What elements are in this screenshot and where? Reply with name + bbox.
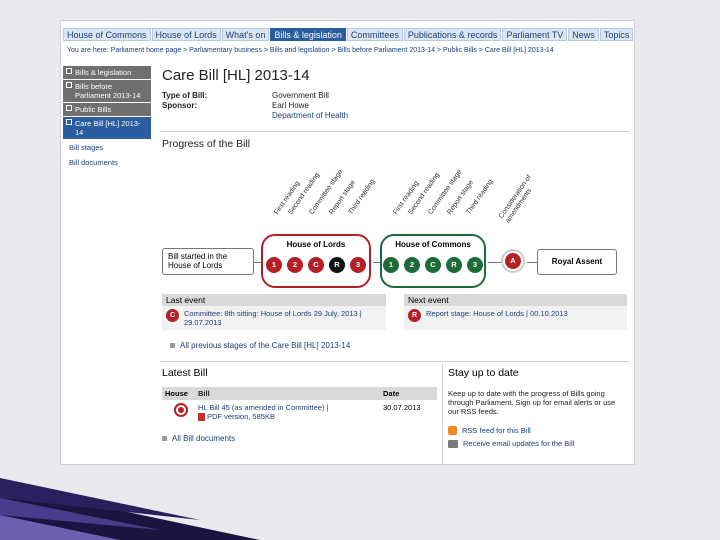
- top-navigation: House of Commons House of Lords What's o…: [63, 28, 634, 41]
- progress-heading: Progress of the Bill: [162, 138, 251, 150]
- last-event-link[interactable]: Committee: 8th sitting: House of Lords 2…: [184, 309, 382, 327]
- column-header-date: Date: [383, 389, 400, 398]
- stage-marker[interactable]: C: [308, 257, 324, 273]
- sidebar-item-label: Bills before Parliament 2013-14: [75, 82, 141, 100]
- tab-house-of-commons[interactable]: House of Commons: [63, 28, 151, 41]
- bill-start-box: Bill started in the House of Lords: [162, 248, 254, 275]
- sidebar-item-label: Care Bill [HL] 2013-14: [75, 119, 141, 137]
- all-previous-stages-link[interactable]: All previous stages of the Care Bill [HL…: [170, 341, 350, 350]
- house-of-lords-stages: House of Lords 1 2 C R 3: [261, 234, 371, 288]
- stage-marker[interactable]: 3: [350, 257, 366, 273]
- bullet-icon: [162, 436, 167, 442]
- sidebar: Bills & legislation Bills before Parliam…: [63, 66, 151, 170]
- house-of-commons-label: House of Commons: [395, 240, 471, 249]
- tab-topics[interactable]: Topics: [599, 28, 634, 41]
- stage-marker[interactable]: 3: [467, 257, 483, 273]
- last-event-panel: Last event C Committee: 8th sitting: Hou…: [162, 294, 386, 330]
- stage-marker: R: [408, 309, 421, 322]
- stage-marker[interactable]: C: [425, 257, 441, 273]
- bill-version-link[interactable]: HL Bill 45 (as amended in Committee) |: [198, 403, 328, 412]
- email-updates-link[interactable]: Receive email updates for the Bill: [448, 439, 628, 448]
- sidebar-link-bill-stages[interactable]: Bill stages: [63, 140, 151, 155]
- table-row: HL Bill 45 (as amended in Committee) | P…: [162, 400, 437, 422]
- stage-marker[interactable]: 2: [287, 257, 303, 273]
- sidebar-item-public-bills[interactable]: Public Bills: [63, 103, 151, 117]
- column-divider: [442, 364, 443, 464]
- sidebar-item-bills-legislation[interactable]: Bills & legislation: [63, 66, 151, 80]
- bill-date: 30.07.2013: [383, 403, 421, 412]
- last-event-heading: Last event: [162, 294, 386, 306]
- rss-feed-label: RSS feed for this Bill: [462, 426, 531, 435]
- section-marker-icon: [66, 105, 72, 111]
- lords-house-icon: [174, 403, 188, 417]
- bill-meta: Type of Bill: Government Bill Sponsor: Ear…: [162, 91, 348, 121]
- tab-bills-legislation[interactable]: Bills & legislation: [270, 28, 346, 41]
- email-updates-label: Receive email updates for the Bill: [463, 439, 575, 448]
- amendments-stage: A: [501, 249, 525, 273]
- sidebar-item-label: Bills & legislation: [75, 68, 132, 77]
- section-marker-icon: [66, 68, 72, 74]
- type-value: Government Bill: [272, 91, 329, 100]
- sidebar-item-label: Public Bills: [75, 105, 112, 114]
- all-bill-documents-link[interactable]: All Bill documents: [162, 434, 437, 443]
- sidebar-item-bills-before-parliament[interactable]: Bills before Parliament 2013-14: [63, 80, 151, 103]
- tab-parliament-tv[interactable]: Parliament TV: [502, 28, 568, 41]
- sponsor-department-link[interactable]: Department of Health: [272, 111, 348, 121]
- tab-whats-on[interactable]: What's on: [221, 28, 270, 41]
- next-event-link[interactable]: Report stage: House of Lords | 00.10.201…: [426, 309, 568, 322]
- connector: [488, 262, 502, 263]
- sponsor-name: Earl Howe: [272, 101, 309, 110]
- page-title: Care Bill [HL] 2013-14: [162, 67, 310, 84]
- pdf-version-link[interactable]: PDF version, 585KB: [207, 412, 275, 421]
- bullet-icon: [170, 343, 175, 349]
- section-marker-icon: [66, 82, 72, 88]
- stage-marker-current[interactable]: R: [329, 257, 345, 273]
- stage-marker[interactable]: 1: [266, 257, 282, 273]
- type-label: Type of Bill:: [162, 91, 208, 100]
- column-header-house: House: [165, 389, 188, 398]
- all-bill-documents-label: All Bill documents: [172, 434, 236, 444]
- next-event-panel: Next event R Report stage: House of Lord…: [404, 294, 627, 330]
- tab-committees[interactable]: Committees: [346, 28, 403, 41]
- sponsor-label: Sponsor:: [162, 101, 198, 110]
- stay-up-to-date-section: Stay up to date Keep up to date with the…: [448, 367, 628, 448]
- slide-decoration: [0, 478, 260, 540]
- next-event-heading: Next event: [404, 294, 627, 306]
- breadcrumb[interactable]: You are here: Parliament home page > Par…: [67, 46, 632, 56]
- sidebar-item-care-bill[interactable]: Care Bill [HL] 2013-14: [63, 117, 151, 140]
- latest-bill-section: Latest Bill House Bill Date HL Bill 45 (…: [162, 367, 437, 443]
- section-marker-icon: [66, 119, 72, 125]
- table-header: House Bill Date: [162, 387, 437, 400]
- pdf-icon: [198, 413, 205, 422]
- stay-up-to-date-heading: Stay up to date: [448, 367, 519, 379]
- browser-screenshot: House of Commons House of Lords What's o…: [60, 20, 635, 465]
- stage-marker[interactable]: A: [505, 253, 521, 269]
- all-previous-stages-label: All previous stages of the Care Bill [HL…: [180, 341, 351, 350]
- divider: [160, 131, 630, 132]
- stage-marker[interactable]: R: [446, 257, 462, 273]
- rss-feed-link[interactable]: RSS feed for this Bill: [448, 426, 628, 435]
- stage-marker: C: [166, 309, 179, 322]
- stage-label: Consideration of amendments: [497, 174, 534, 225]
- stage-marker[interactable]: 2: [404, 257, 420, 273]
- stage-marker[interactable]: 1: [383, 257, 399, 273]
- rss-icon: [448, 426, 457, 435]
- house-of-lords-label: House of Lords: [286, 240, 346, 249]
- sidebar-link-bill-documents[interactable]: Bill documents: [63, 155, 151, 170]
- stay-up-to-date-text: Keep up to date with the progress of Bil…: [448, 389, 616, 416]
- divider: [160, 361, 630, 362]
- tab-news[interactable]: News: [568, 28, 599, 41]
- tab-house-of-lords[interactable]: House of Lords: [151, 28, 221, 41]
- royal-assent-box: Royal Assent: [537, 249, 617, 275]
- house-of-commons-stages: House of Commons 1 2 C R 3: [380, 234, 486, 288]
- latest-bill-heading: Latest Bill: [162, 367, 208, 379]
- tab-publications-records[interactable]: Publications & records: [403, 28, 502, 41]
- column-header-bill: Bill: [198, 389, 210, 398]
- email-icon: [448, 439, 458, 448]
